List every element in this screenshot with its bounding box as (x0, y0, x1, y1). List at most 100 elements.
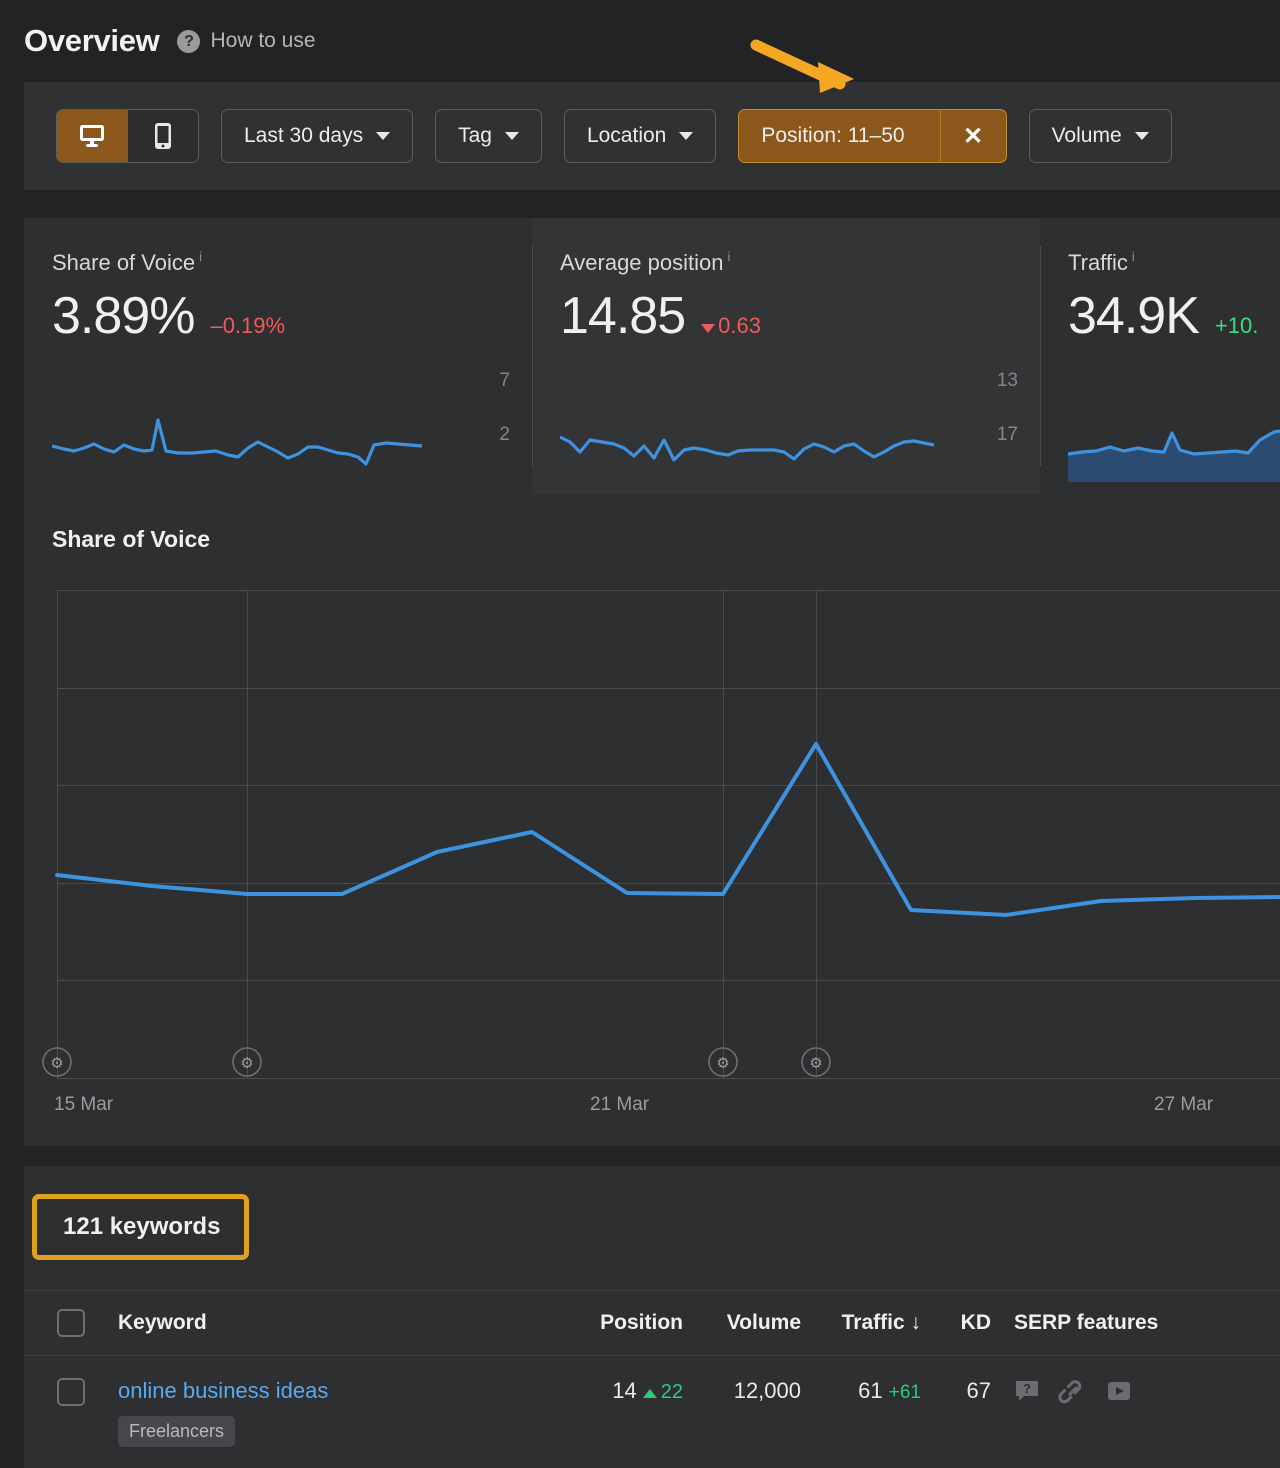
date-range-label: Last 30 days (244, 124, 363, 148)
tag-filter[interactable]: Tag (435, 109, 542, 163)
cell-position: 1422 (573, 1378, 683, 1404)
metric-value: 34.9K (1068, 286, 1199, 346)
sparkline-traffic (1068, 410, 1280, 482)
table-row[interactable]: online business ideas Freelancers 1422 1… (24, 1356, 1280, 1468)
gear-icon: ⚙ (809, 1055, 822, 1072)
video-icon[interactable] (1106, 1378, 1132, 1404)
metric-card-label: Average position i (560, 250, 1012, 276)
position-filter[interactable]: Position: 11–50 ✕ (738, 109, 1006, 163)
metric-delta: 0.63 (701, 313, 761, 339)
triangle-up-icon (643, 1389, 657, 1398)
card-divider (532, 246, 533, 466)
device-toggle-group (56, 109, 199, 163)
chart-data-line (57, 744, 1280, 915)
chart-x-tick-2: 27 Mar (1154, 1094, 1213, 1116)
chevron-down-icon (505, 132, 519, 140)
metric-card-average-position[interactable]: Average position i 14.85 0.63 13 17 (532, 218, 1040, 494)
how-to-use-label: How to use (210, 29, 315, 53)
sort-descending-icon: ↓ (911, 1311, 922, 1334)
traffic-change: +61 (889, 1382, 921, 1403)
sparkline-scale-low: 2 (499, 424, 510, 446)
location-filter[interactable]: Location (564, 109, 716, 163)
chevron-down-icon (1135, 132, 1149, 140)
select-all-cell (24, 1309, 118, 1337)
column-header-kd[interactable]: KD (921, 1311, 991, 1335)
chart-gridlines-vertical (58, 590, 817, 1078)
page-title: Overview (24, 23, 159, 59)
info-icon[interactable]: i (199, 250, 202, 263)
select-all-checkbox[interactable] (57, 1309, 85, 1337)
metric-value-row: 34.9K +10. (1068, 286, 1252, 346)
keywords-panel: 121 keywords Keyword Position Volume Tra… (24, 1166, 1280, 1468)
cell-keyword: online business ideas Freelancers (118, 1378, 573, 1447)
column-header-serp-features[interactable]: SERP features (991, 1311, 1251, 1335)
rank-tracker-overview-page: Overview ? How to use (0, 0, 1280, 1468)
filter-bar: Last 30 days Tag Location Position: 11–5… (24, 82, 1280, 190)
chevron-down-icon (376, 132, 390, 140)
sparkline-scale-high: 7 (499, 370, 510, 392)
chart-x-tick-0: 15 Mar (54, 1094, 113, 1116)
sitelinks-icon[interactable] (1058, 1378, 1088, 1404)
how-to-use-link[interactable]: ? How to use (177, 29, 315, 53)
metric-card-traffic[interactable]: Traffic i 34.9K +10. (1040, 218, 1280, 494)
chart-annotation-markers: ⚙ ⚙ ⚙ ⚙ (43, 1048, 830, 1076)
metric-value: 14.85 (560, 286, 685, 346)
question-mark-circle-icon: ? (177, 30, 200, 53)
share-of-voice-line-chart[interactable]: ⚙ ⚙ ⚙ ⚙ (24, 494, 1280, 1146)
keyword-tag[interactable]: Freelancers (118, 1416, 235, 1447)
keywords-table-header: Keyword Position Volume Traffic ↓ KD SER… (24, 1290, 1280, 1356)
location-filter-label: Location (587, 124, 666, 148)
share-of-voice-chart-panel: Share of Voice ⚙ (24, 494, 1280, 1146)
device-toggle-mobile[interactable] (128, 110, 198, 162)
chart-x-tick-1: 21 Mar (590, 1094, 649, 1116)
position-filter-clear-button[interactable]: ✕ (940, 110, 1006, 162)
metric-value-row: 14.85 0.63 (560, 286, 1012, 346)
annotation-arrow (748, 38, 868, 103)
traffic-value: 61 (858, 1378, 882, 1403)
page-header: Overview ? How to use (0, 0, 1280, 82)
sparkline-scale-high: 13 (997, 370, 1018, 392)
chart-gridlines-horizontal (57, 591, 1280, 1079)
chevron-down-icon (679, 132, 693, 140)
keyword-link[interactable]: online business ideas (118, 1378, 573, 1404)
metric-cards-row: Share of Voice i 3.89% –0.19% 7 2 Averag… (24, 218, 1280, 494)
column-header-position[interactable]: Position (573, 1311, 683, 1335)
cell-volume: 12,000 (683, 1378, 801, 1404)
svg-text:?: ? (1023, 1381, 1031, 1396)
device-toggle-desktop[interactable] (57, 110, 127, 162)
sparkline-share-of-voice (52, 400, 432, 472)
cell-serp-features: ? (991, 1378, 1251, 1404)
date-range-filter[interactable]: Last 30 days (221, 109, 413, 163)
row-select-cell (24, 1378, 118, 1406)
metric-card-share-of-voice[interactable]: Share of Voice i 3.89% –0.19% 7 2 (24, 218, 532, 494)
metric-card-label: Traffic i (1068, 250, 1252, 276)
gear-icon: ⚙ (240, 1055, 253, 1072)
column-header-keyword[interactable]: Keyword (118, 1311, 573, 1335)
people-also-ask-icon[interactable]: ? (1014, 1378, 1040, 1404)
desktop-monitor-icon (78, 123, 106, 149)
gear-icon: ⚙ (716, 1055, 729, 1072)
position-filter-label: Position: 11–50 (739, 110, 926, 162)
info-icon[interactable]: i (728, 250, 731, 263)
metric-card-label: Share of Voice i (52, 250, 504, 276)
volume-filter-label: Volume (1052, 124, 1122, 148)
mobile-phone-icon (153, 122, 173, 150)
keywords-count-box: 121 keywords (32, 1194, 249, 1260)
cell-kd: 67 (921, 1378, 991, 1404)
triangle-down-icon (701, 324, 715, 333)
column-header-volume[interactable]: Volume (683, 1311, 801, 1335)
column-header-traffic[interactable]: Traffic ↓ (801, 1311, 921, 1335)
metric-value: 3.89% (52, 286, 194, 346)
gear-icon: ⚙ (50, 1055, 63, 1072)
info-icon[interactable]: i (1132, 250, 1135, 263)
keywords-count-highlight: 121 keywords (32, 1194, 249, 1260)
card-divider (1040, 246, 1041, 466)
keywords-count-label: 121 keywords (63, 1213, 220, 1240)
position-change: 22 (661, 1381, 683, 1403)
sparkline-average-position (560, 400, 940, 472)
metric-delta: +10. (1215, 313, 1258, 339)
volume-filter[interactable]: Volume (1029, 109, 1172, 163)
metric-delta: –0.19% (210, 313, 285, 339)
row-checkbox[interactable] (57, 1378, 85, 1406)
metric-value-row: 3.89% –0.19% (52, 286, 504, 346)
